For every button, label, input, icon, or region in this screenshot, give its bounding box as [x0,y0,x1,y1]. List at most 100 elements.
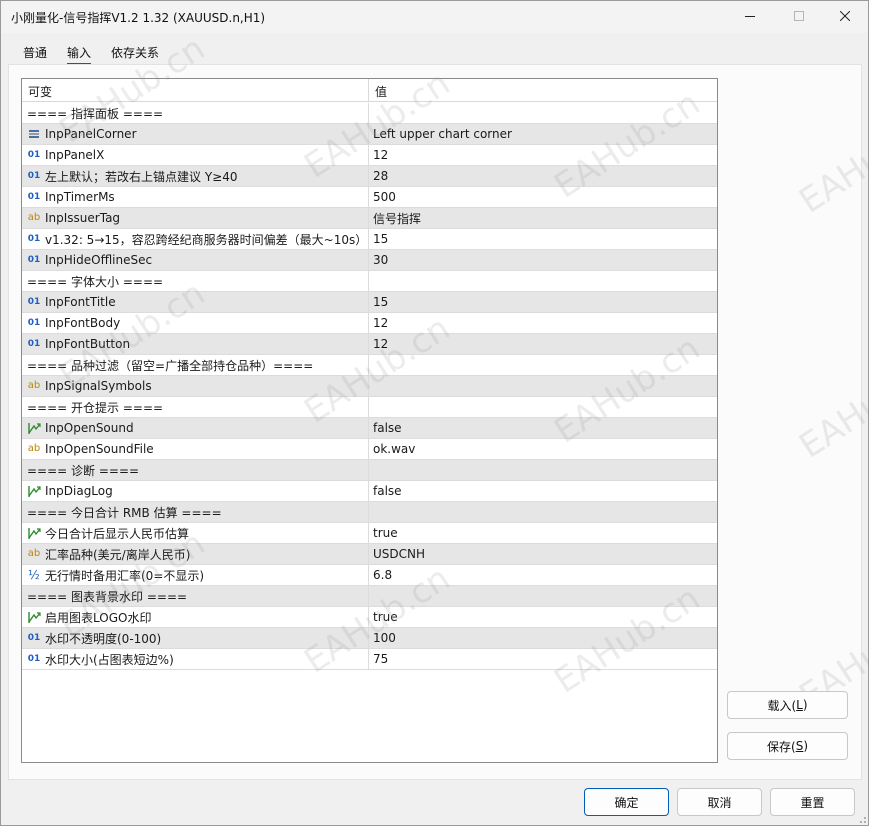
tab-dependencies[interactable]: 依存关系 [101,41,169,65]
tab-general[interactable]: 普通 [13,41,57,65]
cancel-button[interactable]: 取消 [677,788,762,816]
variable-cell: 今日合计后显示人民币估算 [22,523,369,543]
value-cell[interactable]: 12 [369,145,717,165]
variable-name: ==== 今日合计 RMB 估算 ==== [27,505,222,520]
variable-name: ==== 字体大小 ==== [27,274,164,289]
header-value[interactable]: 值 [369,79,717,101]
variable-name: InpFontBody [45,316,121,330]
value-cell[interactable]: false [369,481,717,501]
variable-cell: ==== 指挥面板 ==== [22,103,369,123]
value-cell[interactable]: 6.8 [369,565,717,585]
value-cell[interactable]: 30 [369,250,717,270]
header-variable[interactable]: 可变 [22,79,369,101]
value-cell[interactable] [369,397,717,417]
variable-value: true [373,526,398,540]
value-cell[interactable]: true [369,607,717,627]
table-row[interactable]: 01 v1.32: 5→15，容忍跨经纪商服务器时间偏差（最大~10s） 15 [22,229,717,250]
variable-cell: ab InpIssuerTag [22,208,369,228]
close-icon [840,11,850,21]
variable-name: InpTimerMs [45,190,115,204]
value-cell[interactable] [369,376,717,396]
value-cell[interactable] [369,502,717,522]
value-cell[interactable]: 12 [369,313,717,333]
table-row[interactable]: ==== 图表背景水印 ==== [22,586,717,607]
table-row[interactable]: InpDiagLog false [22,481,717,502]
value-cell[interactable]: 15 [369,229,717,249]
table-row[interactable]: 01 InpTimerMs 500 [22,187,717,208]
table-row[interactable]: ab InpIssuerTag 信号指挥 [22,208,717,229]
reset-button[interactable]: 重置 [770,788,855,816]
table-row[interactable]: ab InpOpenSoundFile ok.wav [22,439,717,460]
table-row[interactable]: ==== 指挥面板 ==== [22,103,717,124]
table-row[interactable]: ==== 字体大小 ==== [22,271,717,292]
table-row[interactable]: ½ 无行情时备用汇率(0=不显示) 6.8 [22,565,717,586]
table-row[interactable]: ==== 今日合计 RMB 估算 ==== [22,502,717,523]
variable-value: 信号指挥 [373,211,422,226]
minimize-button[interactable] [727,1,773,31]
value-cell[interactable]: Left upper chart corner [369,124,717,144]
value-cell[interactable] [369,586,717,606]
variable-value: 500 [373,190,396,204]
value-cell[interactable]: 75 [369,649,717,669]
value-cell[interactable]: 500 [369,187,717,207]
variable-name: InpOpenSound [45,421,134,435]
variable-name: v1.32: 5→15，容忍跨经纪商服务器时间偏差（最大~10s） [45,232,368,247]
table-row[interactable]: 01 InpFontBody 12 [22,313,717,334]
table-row[interactable]: 01 InpPanelX 12 [22,145,717,166]
value-cell[interactable]: 100 [369,628,717,648]
save-button-close: ) [803,739,808,753]
close-button[interactable] [822,1,868,31]
variable-value: ok.wav [373,442,416,456]
table-row[interactable]: 启用图表LOGO水印 true [22,607,717,628]
value-cell[interactable]: 12 [369,334,717,354]
value-cell[interactable]: true [369,523,717,543]
variable-value: true [373,610,398,624]
table-row[interactable]: 01 水印不透明度(0-100) 100 [22,628,717,649]
table-row[interactable]: 01 InpHideOfflineSec 30 [22,250,717,271]
variable-value: false [373,484,402,498]
variable-cell: InpOpenSound [22,418,369,438]
variable-value: 12 [373,148,389,162]
save-button[interactable]: 保存(S) [727,732,848,760]
tab-inputs[interactable]: 输入 [57,41,101,65]
value-cell[interactable]: ok.wav [369,439,717,459]
value-cell[interactable]: false [369,418,717,438]
table-row[interactable]: ab InpSignalSymbols [22,376,717,397]
variable-name: 水印不透明度(0-100) [45,631,162,646]
table-row[interactable]: 今日合计后显示人民币估算 true [22,523,717,544]
table-row[interactable]: ==== 诊断 ==== [22,460,717,481]
table-row[interactable]: 01 InpFontButton 12 [22,334,717,355]
value-cell[interactable]: 信号指挥 [369,208,717,228]
table-row[interactable]: InpOpenSound false [22,418,717,439]
table-row[interactable]: InpPanelCorner Left upper chart corner [22,124,717,145]
resize-grip-icon[interactable] [857,814,867,824]
variable-value: Left upper chart corner [373,127,512,141]
variable-cell: ab InpSignalSymbols [22,376,369,396]
value-cell[interactable] [369,103,717,123]
integer-type-icon: 01 [27,171,41,181]
value-cell[interactable] [369,460,717,480]
variable-name: InpHideOfflineSec [45,253,153,267]
table-row[interactable]: 01 水印大小(占图表短边%) 75 [22,649,717,670]
title-bar[interactable]: 小刚量化-信号指挥V1.2 1.32 (XAUUSD.n,H1) [1,1,868,33]
value-cell[interactable]: USDCNH [369,544,717,564]
integer-type-icon: 01 [27,654,41,664]
ok-button[interactable]: 确定 [584,788,669,816]
table-row[interactable]: 01 左上默认；若改右上锚点建议 Y≥40 28 [22,166,717,187]
variable-name: InpDiagLog [45,484,113,498]
variable-cell: 01 InpFontBody [22,313,369,333]
value-cell[interactable]: 28 [369,166,717,186]
table-row[interactable]: ==== 开仓提示 ==== [22,397,717,418]
value-cell[interactable]: 15 [369,292,717,312]
integer-type-icon: 01 [27,297,41,307]
value-cell[interactable] [369,271,717,291]
table-row[interactable]: ==== 品种过滤（留空=广播全部持仓品种）==== [22,355,717,376]
table-row[interactable]: 01 InpFontTitle 15 [22,292,717,313]
variable-value: 12 [373,316,389,330]
load-button[interactable]: 载入(L) [727,691,848,719]
string-type-icon: ab [27,380,41,391]
variable-cell: 01 v1.32: 5→15，容忍跨经纪商服务器时间偏差（最大~10s） [22,229,369,249]
table-row[interactable]: ab 汇率品种(美元/离岸人民币) USDCNH [22,544,717,565]
variable-cell: 01 水印不透明度(0-100) [22,628,369,648]
value-cell[interactable] [369,355,717,375]
